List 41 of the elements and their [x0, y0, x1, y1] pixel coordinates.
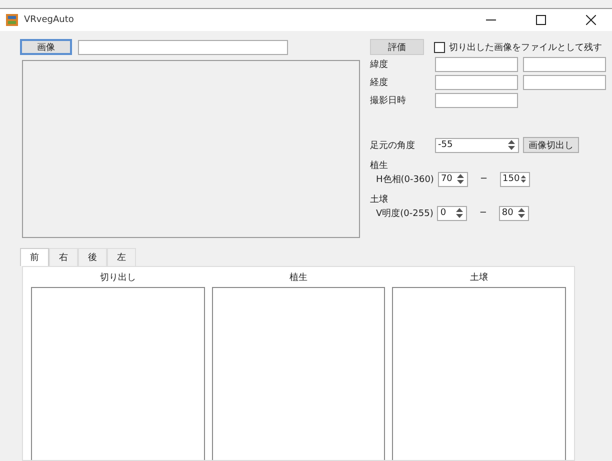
field-label: 撮影日時 [370, 94, 407, 106]
panel-title: 植生 [290, 272, 308, 284]
range-label: H色相(0-360) [376, 174, 434, 186]
text-field[interactable] [435, 56, 518, 72]
spin-icon[interactable] [520, 173, 526, 185]
number-field[interactable]: 150 [500, 172, 530, 186]
range-label: V明度(0-255) [376, 208, 434, 220]
close-icon[interactable] [586, 15, 596, 25]
spin-icon[interactable] [516, 207, 526, 219]
tab[interactable]: 後 [78, 248, 107, 266]
range-dash: − [478, 174, 488, 184]
evaluate-button[interactable]: 評価 [370, 39, 424, 55]
image-button[interactable]: 画像 [20, 39, 72, 55]
group-label: 植生 [370, 160, 389, 171]
text-field[interactable] [435, 92, 518, 108]
tab[interactable]: 前 [20, 248, 49, 266]
panel-title: 土壌 [470, 272, 488, 284]
number-field[interactable]: 80 [498, 206, 529, 220]
tab[interactable]: 右 [49, 248, 78, 266]
number-field[interactable]: 0 [437, 206, 468, 220]
crop-button[interactable]: 画像切出し [523, 137, 579, 153]
checkbox[interactable] [434, 42, 445, 52]
text-field[interactable] [523, 56, 606, 72]
spin-icon[interactable] [456, 173, 465, 185]
panel-title: 切り出し [100, 272, 136, 284]
field-label: 足元の角度 [370, 140, 416, 152]
spin-icon[interactable] [507, 139, 516, 151]
text-field[interactable] [523, 74, 606, 90]
range-dash: − [478, 208, 488, 218]
spin-icon[interactable] [455, 207, 464, 219]
window-title: VRvegAuto [24, 15, 74, 25]
path-field[interactable] [78, 40, 288, 54]
field-label: 経度 [370, 76, 389, 88]
group-label: 土壌 [370, 194, 389, 205]
text-field[interactable] [435, 74, 518, 90]
number-field[interactable]: 70 [438, 172, 468, 186]
maximize-icon[interactable] [536, 15, 546, 25]
checkbox-label: 切り出した画像をファイルとして残す [449, 42, 602, 54]
field-label: 緯度 [370, 58, 389, 70]
number-field[interactable]: -55 [435, 138, 519, 152]
tab[interactable]: 左 [107, 248, 136, 266]
